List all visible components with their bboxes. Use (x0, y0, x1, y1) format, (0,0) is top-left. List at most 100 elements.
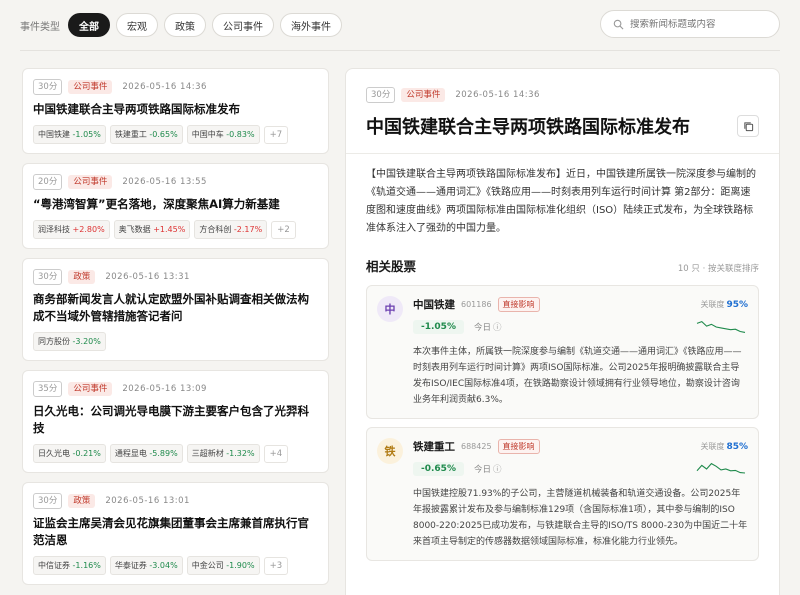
detail-title: 中国铁建联合主导两项铁路国际标准发布 (366, 117, 690, 138)
sparkline-path (696, 462, 746, 474)
stock-chip[interactable]: 铁建重工 -0.65% (109, 125, 183, 144)
event-meta: 35分 公司事件 2026-05-16 13:09 (33, 381, 318, 397)
impact-badge: 直接影响 (497, 296, 540, 312)
today-label: 今日 (473, 465, 491, 475)
related-stock-top: 中 中国铁建 601186 直接影响 关联度 95% -1.05% 今日 ⓘ (377, 296, 748, 336)
more-stocks-badge[interactable]: +7 (263, 125, 289, 144)
stock-chip[interactable]: 中国铁建 -1.05% (33, 125, 106, 144)
score-badge: 30分 (33, 493, 63, 509)
more-stocks-badge[interactable]: +2 (271, 220, 296, 239)
copy-button[interactable] (737, 115, 759, 137)
stock-name: 铁建重工 (413, 440, 455, 453)
filter-chip-company[interactable]: 公司事件 (212, 13, 274, 37)
category-tag: 公司事件 (68, 382, 113, 396)
stock-chips: 日久光电 -0.21% 通程显电 -5.89% 三超新材 -1.32% +4 (33, 444, 318, 463)
detail-body: 【中国铁建联合主导两项铁路国际标准发布】近日，中国铁建所属铁一院深度参与编制的《… (346, 154, 779, 561)
event-card[interactable]: 30分 政策 2026-05-16 13:31 商务部新闻发言人就认定欧盟外国补… (22, 258, 329, 361)
detail-meta: 30分 公司事件 2026-05-16 14:36 (366, 87, 759, 103)
stock-chip[interactable]: 奥飞数据 +1.45% (113, 220, 191, 239)
related-stock-card[interactable]: 中 中国铁建 601186 直接影响 关联度 95% -1.05% 今日 ⓘ 本… (366, 285, 759, 419)
detail-time: 2026-05-16 14:36 (455, 90, 540, 100)
score-badge: 30分 (366, 87, 396, 103)
stock-chip[interactable]: 方合科创 -2.17% (194, 220, 268, 239)
search-box[interactable] (600, 10, 780, 38)
event-time: 2026-05-16 14:36 (122, 82, 207, 92)
category-tag: 公司事件 (68, 80, 113, 94)
event-time: 2026-05-16 13:01 (105, 496, 190, 506)
event-time: 2026-05-16 13:09 (122, 384, 207, 394)
stock-chips: 润泽科技 +2.80% 奥飞数据 +1.45% 方合科创 -2.17% +2 (33, 220, 318, 239)
stock-chip[interactable]: 同方股份 -3.20% (33, 332, 106, 351)
event-title: 日久光电：公司调光导电膜下游主要客户包含了光羿科技 (33, 404, 309, 435)
event-title: 商务部新闻发言人就认定欧盟外国补贴调查相关做法构成不当域外管辖措施答记者问 (33, 292, 309, 323)
detail-header: 30分 公司事件 2026-05-16 14:36 中国铁建联合主导两项铁路国际… (346, 69, 779, 154)
relevance: 关联度 85% (700, 441, 748, 452)
category-tag: 政策 (68, 270, 96, 284)
stock-chip[interactable]: 日久光电 -0.21% (33, 444, 106, 463)
info-icon: ⓘ (492, 465, 502, 475)
related-stock-card[interactable]: 铁 铁建重工 688425 直接影响 关联度 85% -0.65% 今日 ⓘ 中… (366, 427, 759, 561)
search-icon (613, 19, 624, 29)
stock-chip[interactable]: 中金公司 -1.90% (186, 556, 260, 575)
stock-name: 中国铁建 (413, 298, 455, 311)
stock-chip[interactable]: 中信证券 -1.16% (33, 556, 106, 575)
related-sort[interactable]: 10 只 · 按关联度排序 (678, 262, 759, 274)
related-title: 相关股票 (366, 259, 417, 274)
event-detail-panel: 30分 公司事件 2026-05-16 14:36 中国铁建联合主导两项铁路国际… (345, 68, 780, 595)
divider (20, 50, 780, 51)
category-tag: 公司事件 (68, 175, 113, 189)
category-tag: 政策 (68, 494, 96, 508)
stock-chip[interactable]: 华泰证券 -3.04% (109, 556, 183, 575)
filter-chip-overseas[interactable]: 海外事件 (280, 13, 342, 37)
detail-summary: 【中国铁建联合主导两项铁路国际标准发布】近日，中国铁建所属铁一院深度参与编制的《… (366, 169, 756, 234)
impact-badge: 直接影响 (497, 438, 540, 454)
detail-title-row: 中国铁建联合主导两项铁路国际标准发布 (366, 113, 759, 139)
event-time: 2026-05-16 13:55 (122, 177, 207, 187)
stock-chip[interactable]: 三超新材 -1.32% (186, 444, 260, 463)
event-time: 2026-05-16 13:31 (105, 272, 190, 282)
more-stocks-badge[interactable]: +3 (263, 556, 289, 575)
filter-chip-macro[interactable]: 宏观 (116, 13, 158, 37)
stock-change: -0.65% (413, 462, 464, 476)
event-card[interactable]: 20分 公司事件 2026-05-16 13:55 “粤港湾智算”更名落地，深度… (22, 163, 329, 249)
stock-avatar: 中 (377, 296, 403, 322)
stock-chip[interactable]: 润泽科技 +2.80% (33, 220, 110, 239)
event-meta: 20分 公司事件 2026-05-16 13:55 (33, 174, 318, 190)
sparkline (696, 320, 746, 333)
event-title: 证监会主席吴清会见花旗集团董事会主席兼首席执行官范洁恩 (33, 516, 309, 547)
sparkline (696, 462, 746, 474)
filter-chip-all[interactable]: 全部 (68, 13, 110, 37)
stock-code: 601186 (461, 299, 492, 309)
event-meta: 30分 政策 2026-05-16 13:31 (33, 269, 318, 285)
copy-icon (743, 121, 753, 131)
stock-chips: 同方股份 -3.20% (33, 332, 318, 351)
stock-description: 本次事件主体，所属铁一院深度参与编制《轨道交通——通用词汇》《铁路应用——时刻表… (413, 347, 742, 405)
stock-chips: 中国铁建 -1.05% 铁建重工 -0.65% 中国中车 -0.83% +7 (33, 125, 318, 144)
stock-chip[interactable]: 通程显电 -5.89% (109, 444, 183, 463)
related-stock-row: 铁建重工 688425 直接影响 关联度 85% (413, 438, 748, 454)
event-card[interactable]: 30分 公司事件 2026-05-16 14:36 中国铁建联合主导两项铁路国际… (22, 68, 329, 154)
stock-chips: 中信证券 -1.16% 华泰证券 -3.04% 中金公司 -1.90% +3 (33, 556, 318, 575)
search-input[interactable] (630, 18, 770, 30)
event-meta: 30分 政策 2026-05-16 13:01 (33, 493, 318, 509)
related-stock-top: 铁 铁建重工 688425 直接影响 关联度 85% -0.65% 今日 ⓘ (377, 438, 748, 478)
today-label: 今日 (473, 323, 491, 333)
event-title: 中国铁建联合主导两项铁路国际标准发布 (33, 102, 240, 116)
event-meta: 30分 公司事件 2026-05-16 14:36 (33, 79, 318, 95)
related-header: 相关股票 10 只 · 按关联度排序 (366, 256, 759, 275)
info-icon: ⓘ (492, 323, 502, 333)
event-card[interactable]: 30分 政策 2026-05-16 13:01 证监会主席吴清会见花旗集团董事会… (22, 482, 329, 585)
category-tag: 公司事件 (401, 88, 446, 102)
related-stock-row: 中国铁建 601186 直接影响 关联度 95% (413, 296, 748, 312)
score-badge: 30分 (33, 79, 63, 95)
filter-chip-policy[interactable]: 政策 (164, 13, 206, 37)
stock-code: 688425 (461, 441, 492, 451)
relevance-value: 85% (726, 441, 748, 452)
stock-avatar: 铁 (377, 438, 403, 464)
sparkline-path (696, 320, 746, 333)
stock-chip[interactable]: 中国中车 -0.83% (186, 125, 260, 144)
more-stocks-badge[interactable]: +4 (263, 444, 289, 463)
event-card[interactable]: 35分 公司事件 2026-05-16 13:09 日久光电：公司调光导电膜下游… (22, 370, 329, 473)
score-badge: 30分 (33, 269, 63, 285)
event-list: 30分 公司事件 2026-05-16 14:36 中国铁建联合主导两项铁路国际… (22, 68, 329, 594)
